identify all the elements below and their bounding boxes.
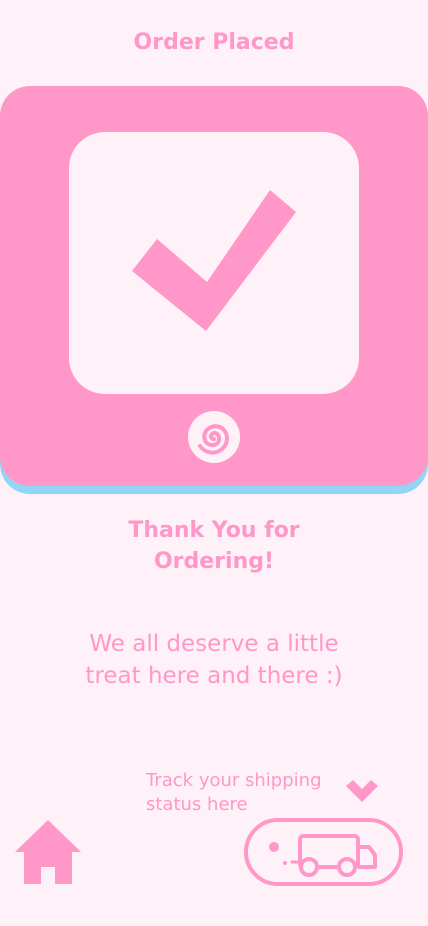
treat-message: We all deserve a little treat here and t… — [85, 631, 343, 689]
swirl-icon — [188, 411, 240, 463]
home-icon[interactable] — [14, 818, 82, 886]
truck-icon — [269, 834, 377, 877]
tracking-hint: Track your shipping status here — [146, 770, 322, 815]
hero-card — [0, 86, 428, 486]
chevron-down-icon — [346, 780, 378, 802]
checkmark-icon — [132, 190, 296, 331]
thank-you-heading: Thank You for Ordering! — [128, 518, 300, 574]
page-title: Order Placed — [133, 30, 295, 55]
track-shipping-button[interactable] — [244, 818, 403, 886]
check-card — [69, 132, 359, 394]
